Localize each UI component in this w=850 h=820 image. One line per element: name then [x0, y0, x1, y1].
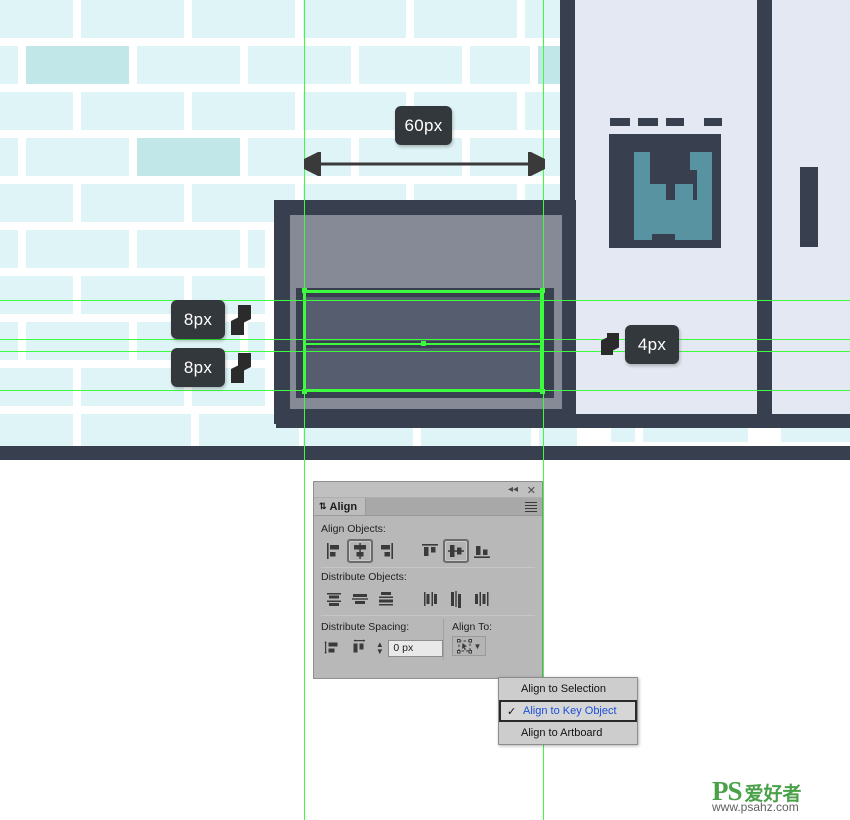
spacing-stepper[interactable]: ▲ ▼: [373, 638, 386, 658]
panel-body: Align Objects: Distribute Objects: Distr…: [314, 516, 542, 660]
spacing-input[interactable]: 0 px: [388, 639, 443, 657]
watermark-url: www.psahz.com: [712, 800, 799, 814]
align-left-button[interactable]: [321, 539, 347, 563]
key-object-icon: [456, 638, 472, 653]
distribute-vertical-bottom-button[interactable]: [373, 587, 399, 611]
align-objects-label: Align Objects:: [321, 523, 386, 535]
measure-arrow-vertical-bottom: [231, 353, 251, 383]
distribute-vertical-spacing-button[interactable]: [321, 636, 345, 660]
measure-arrow-horizontal: [304, 152, 545, 176]
measure-badge-60px: 60px: [395, 106, 452, 145]
distribute-objects-row: [321, 586, 535, 612]
align-top-button[interactable]: [417, 539, 443, 563]
align-vertical-center-button[interactable]: [443, 539, 469, 563]
align-panel[interactable]: ◂◂ ✕ ⇅ Align Align Objects: Distribute O…: [313, 481, 543, 679]
measure-arrow-vertical-top: [231, 305, 251, 335]
measure-arrow-vertical-4px: [601, 333, 619, 355]
distribute-spacing-label: Distribute Spacing:: [321, 621, 410, 633]
panel-toggle-icon: ⇅: [319, 501, 327, 511]
checkmark-icon: ✓: [507, 705, 517, 718]
double-chevron-left-icon[interactable]: ◂◂: [508, 484, 518, 495]
menu-item-label: Align to Artboard: [521, 727, 603, 739]
selection-center-anchor: [421, 341, 426, 346]
align-bottom-button[interactable]: [469, 539, 495, 563]
watermark: PS 爱好者 www.psahz.com: [712, 778, 840, 814]
guide-vertical-left: [304, 0, 305, 820]
panel-menu-icon[interactable]: [525, 502, 537, 514]
menu-item-align-to-key-object[interactable]: ✓ Align to Key Object: [499, 700, 637, 722]
align-to-section: Align To: ▼: [443, 619, 527, 660]
close-icon[interactable]: ✕: [527, 484, 536, 497]
measure-badge-8px-top: 8px: [171, 300, 225, 339]
menu-item-label: Align to Selection: [521, 683, 606, 695]
right-vertical-bar: [800, 167, 818, 247]
tab-align[interactable]: ⇅ Align: [314, 498, 367, 515]
tab-align-label: Align: [329, 500, 358, 513]
panel-bottom-section: Distribute Spacing: ▲ ▼ 0 px Align To: ▼: [321, 619, 535, 660]
align-to-label: Align To:: [452, 621, 493, 633]
align-to-dropdown-button[interactable]: ▼: [452, 636, 486, 656]
align-right-button[interactable]: [373, 539, 399, 563]
align-objects-row: [321, 538, 535, 564]
distribute-objects-label: Distribute Objects:: [321, 571, 407, 583]
align-horizontal-center-button[interactable]: [347, 539, 373, 563]
screenshot-root: 60px 8px 8px 4px ◂◂ ✕ ⇅ Align Align Obje…: [0, 0, 850, 820]
floor-band: [0, 446, 850, 460]
panel-tab-row: ⇅ Align: [314, 498, 542, 516]
align-to-dropdown-menu[interactable]: Align to Selection ✓ Align to Key Object…: [498, 677, 638, 745]
distribute-spacing-section: Distribute Spacing: ▲ ▼ 0 px: [321, 619, 443, 660]
distribute-vertical-center-button[interactable]: [347, 587, 373, 611]
menu-item-label: Align to Key Object: [523, 705, 617, 717]
distribute-horizontal-center-button[interactable]: [443, 587, 469, 611]
chevron-down-icon: ▼: [473, 641, 482, 651]
menu-item-align-to-artboard[interactable]: Align to Artboard: [499, 722, 637, 744]
panel-titlebar: ◂◂ ✕: [314, 482, 542, 498]
measure-badge-8px-bottom: 8px: [171, 348, 225, 387]
distribute-horizontal-left-button[interactable]: [417, 587, 443, 611]
measure-badge-4px: 4px: [625, 325, 679, 364]
distribute-vertical-top-button[interactable]: [321, 587, 347, 611]
menu-item-align-to-selection[interactable]: Align to Selection: [499, 678, 637, 700]
distribute-horizontal-right-button[interactable]: [469, 587, 495, 611]
distribute-horizontal-spacing-button[interactable]: [347, 636, 371, 660]
